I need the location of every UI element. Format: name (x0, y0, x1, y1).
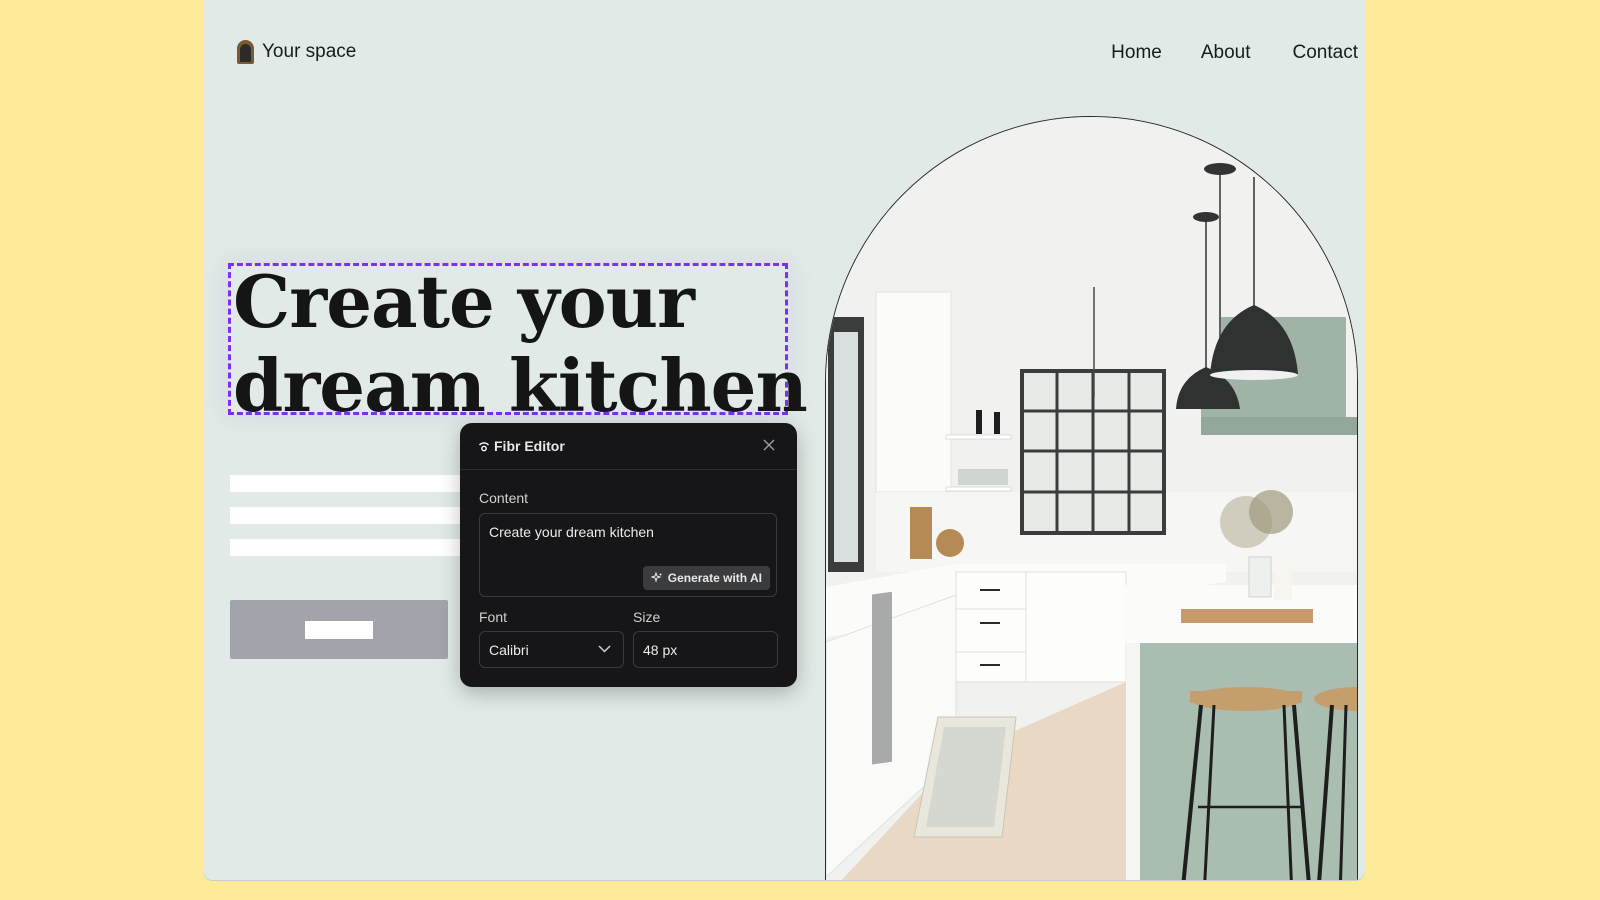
chevron-down-icon (598, 645, 611, 653)
nav-home[interactable]: Home (1111, 42, 1162, 64)
editor-header: Fibr Editor (460, 423, 797, 470)
headline-line-2: dream kitchen (233, 343, 808, 428)
content-textarea[interactable]: Create your dream kitchen Generate with … (479, 513, 777, 597)
main-nav: Home About Contact (1111, 42, 1358, 64)
kitchen-illustration (826, 117, 1357, 880)
size-input[interactable]: 48 px (633, 631, 778, 668)
headline-line-1: Create your (233, 259, 695, 344)
close-icon[interactable] (761, 437, 777, 453)
hero-headline[interactable]: Create your dream kitchen (233, 259, 808, 428)
fibr-editor-panel: Fibr Editor Content Create your dream ki… (460, 423, 797, 687)
signal-icon (478, 442, 490, 452)
nav-about[interactable]: About (1201, 42, 1251, 64)
sparkle-icon (650, 572, 662, 583)
nav-contact[interactable]: Contact (1293, 42, 1358, 64)
placeholder-text-line (230, 507, 470, 524)
placeholder-cta-button[interactable] (230, 600, 448, 659)
kitchen-image (825, 116, 1358, 880)
generate-with-ai-button[interactable]: Generate with AI (642, 566, 770, 590)
generate-label: Generate with AI (667, 571, 762, 585)
editor-title: Fibr Editor (478, 438, 565, 454)
placeholder-text-line (230, 475, 470, 492)
content-label: Content (479, 490, 529, 506)
font-label: Font (479, 609, 508, 625)
brand-name: Your space (262, 41, 357, 62)
arch-door-icon (237, 40, 254, 64)
editor-title-text: Fibr Editor (494, 438, 565, 454)
size-label: Size (633, 609, 661, 625)
size-value: 48 px (643, 641, 678, 658)
placeholder-button-label (305, 621, 373, 639)
font-value: Calibri (489, 641, 529, 658)
brand-logo[interactable]: Your space (237, 40, 356, 64)
selected-headline-outline[interactable]: Create your dream kitchen (228, 260, 808, 428)
content-value: Create your dream kitchen (489, 524, 654, 540)
font-select[interactable]: Calibri (479, 631, 624, 668)
placeholder-text-line (230, 539, 470, 556)
